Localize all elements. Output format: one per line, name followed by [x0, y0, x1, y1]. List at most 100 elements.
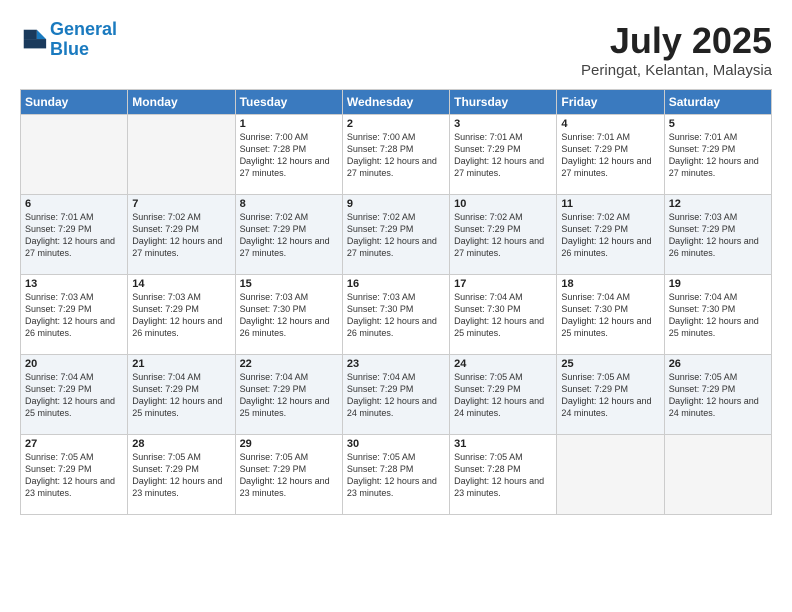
calendar-cell: 11Sunrise: 7:02 AM Sunset: 7:29 PM Dayli… — [557, 195, 664, 275]
day-content: Sunrise: 7:00 AM Sunset: 7:28 PM Dayligh… — [240, 131, 338, 180]
calendar-cell: 19Sunrise: 7:04 AM Sunset: 7:30 PM Dayli… — [664, 275, 771, 355]
weekday-header-wednesday: Wednesday — [342, 90, 449, 115]
calendar-cell: 1Sunrise: 7:00 AM Sunset: 7:28 PM Daylig… — [235, 115, 342, 195]
day-content: Sunrise: 7:04 AM Sunset: 7:30 PM Dayligh… — [561, 291, 659, 340]
day-number: 14 — [132, 278, 230, 290]
calendar-cell — [128, 115, 235, 195]
calendar-cell: 12Sunrise: 7:03 AM Sunset: 7:29 PM Dayli… — [664, 195, 771, 275]
day-number: 21 — [132, 358, 230, 370]
day-number: 28 — [132, 438, 230, 450]
weekday-header-tuesday: Tuesday — [235, 90, 342, 115]
weekday-header-thursday: Thursday — [450, 90, 557, 115]
calendar-cell — [557, 435, 664, 515]
day-content: Sunrise: 7:05 AM Sunset: 7:29 PM Dayligh… — [240, 451, 338, 500]
day-content: Sunrise: 7:04 AM Sunset: 7:29 PM Dayligh… — [132, 371, 230, 420]
day-content: Sunrise: 7:01 AM Sunset: 7:29 PM Dayligh… — [561, 131, 659, 180]
day-number: 5 — [669, 118, 767, 130]
day-content: Sunrise: 7:05 AM Sunset: 7:29 PM Dayligh… — [454, 371, 552, 420]
day-number: 9 — [347, 198, 445, 210]
day-number: 20 — [25, 358, 123, 370]
day-number: 29 — [240, 438, 338, 450]
day-number: 16 — [347, 278, 445, 290]
day-number: 1 — [240, 118, 338, 130]
week-row-5: 27Sunrise: 7:05 AM Sunset: 7:29 PM Dayli… — [21, 435, 772, 515]
calendar-cell: 7Sunrise: 7:02 AM Sunset: 7:29 PM Daylig… — [128, 195, 235, 275]
logo: General Blue — [20, 20, 117, 60]
day-content: Sunrise: 7:04 AM Sunset: 7:30 PM Dayligh… — [669, 291, 767, 340]
day-content: Sunrise: 7:05 AM Sunset: 7:28 PM Dayligh… — [347, 451, 445, 500]
calendar-cell: 23Sunrise: 7:04 AM Sunset: 7:29 PM Dayli… — [342, 355, 449, 435]
day-number: 15 — [240, 278, 338, 290]
logo-line2: Blue — [50, 39, 89, 59]
calendar-cell: 29Sunrise: 7:05 AM Sunset: 7:29 PM Dayli… — [235, 435, 342, 515]
weekday-header-row: SundayMondayTuesdayWednesdayThursdayFrid… — [21, 90, 772, 115]
day-content: Sunrise: 7:04 AM Sunset: 7:29 PM Dayligh… — [347, 371, 445, 420]
calendar-cell: 27Sunrise: 7:05 AM Sunset: 7:29 PM Dayli… — [21, 435, 128, 515]
day-content: Sunrise: 7:02 AM Sunset: 7:29 PM Dayligh… — [240, 211, 338, 260]
day-content: Sunrise: 7:00 AM Sunset: 7:28 PM Dayligh… — [347, 131, 445, 180]
week-row-1: 1Sunrise: 7:00 AM Sunset: 7:28 PM Daylig… — [21, 115, 772, 195]
day-content: Sunrise: 7:03 AM Sunset: 7:29 PM Dayligh… — [25, 291, 123, 340]
day-number: 22 — [240, 358, 338, 370]
calendar-cell: 26Sunrise: 7:05 AM Sunset: 7:29 PM Dayli… — [664, 355, 771, 435]
title-block: July 2025 Peringat, Kelantan, Malaysia — [581, 20, 772, 79]
day-number: 17 — [454, 278, 552, 290]
day-number: 2 — [347, 118, 445, 130]
day-content: Sunrise: 7:04 AM Sunset: 7:29 PM Dayligh… — [240, 371, 338, 420]
calendar-cell: 17Sunrise: 7:04 AM Sunset: 7:30 PM Dayli… — [450, 275, 557, 355]
page-header: General Blue July 2025 Peringat, Kelanta… — [20, 20, 772, 79]
day-content: Sunrise: 7:02 AM Sunset: 7:29 PM Dayligh… — [454, 211, 552, 260]
weekday-header-monday: Monday — [128, 90, 235, 115]
week-row-3: 13Sunrise: 7:03 AM Sunset: 7:29 PM Dayli… — [21, 275, 772, 355]
day-content: Sunrise: 7:02 AM Sunset: 7:29 PM Dayligh… — [561, 211, 659, 260]
calendar-cell: 30Sunrise: 7:05 AM Sunset: 7:28 PM Dayli… — [342, 435, 449, 515]
calendar-cell: 21Sunrise: 7:04 AM Sunset: 7:29 PM Dayli… — [128, 355, 235, 435]
day-number: 12 — [669, 198, 767, 210]
calendar-cell: 31Sunrise: 7:05 AM Sunset: 7:28 PM Dayli… — [450, 435, 557, 515]
day-number: 24 — [454, 358, 552, 370]
calendar-cell: 28Sunrise: 7:05 AM Sunset: 7:29 PM Dayli… — [128, 435, 235, 515]
day-content: Sunrise: 7:03 AM Sunset: 7:30 PM Dayligh… — [347, 291, 445, 340]
calendar-cell: 8Sunrise: 7:02 AM Sunset: 7:29 PM Daylig… — [235, 195, 342, 275]
day-content: Sunrise: 7:04 AM Sunset: 7:29 PM Dayligh… — [25, 371, 123, 420]
calendar-cell: 10Sunrise: 7:02 AM Sunset: 7:29 PM Dayli… — [450, 195, 557, 275]
day-number: 7 — [132, 198, 230, 210]
logo-icon — [20, 26, 48, 54]
calendar-cell: 6Sunrise: 7:01 AM Sunset: 7:29 PM Daylig… — [21, 195, 128, 275]
calendar-cell: 3Sunrise: 7:01 AM Sunset: 7:29 PM Daylig… — [450, 115, 557, 195]
calendar-cell: 20Sunrise: 7:04 AM Sunset: 7:29 PM Dayli… — [21, 355, 128, 435]
day-content: Sunrise: 7:03 AM Sunset: 7:29 PM Dayligh… — [132, 291, 230, 340]
calendar-table: SundayMondayTuesdayWednesdayThursdayFrid… — [20, 89, 772, 515]
day-number: 23 — [347, 358, 445, 370]
day-content: Sunrise: 7:01 AM Sunset: 7:29 PM Dayligh… — [454, 131, 552, 180]
day-number: 6 — [25, 198, 123, 210]
week-row-4: 20Sunrise: 7:04 AM Sunset: 7:29 PM Dayli… — [21, 355, 772, 435]
calendar-cell: 2Sunrise: 7:00 AM Sunset: 7:28 PM Daylig… — [342, 115, 449, 195]
day-content: Sunrise: 7:05 AM Sunset: 7:29 PM Dayligh… — [25, 451, 123, 500]
logo-text: General Blue — [50, 20, 117, 60]
day-content: Sunrise: 7:05 AM Sunset: 7:28 PM Dayligh… — [454, 451, 552, 500]
day-number: 25 — [561, 358, 659, 370]
calendar-cell — [664, 435, 771, 515]
day-content: Sunrise: 7:05 AM Sunset: 7:29 PM Dayligh… — [669, 371, 767, 420]
calendar-cell: 4Sunrise: 7:01 AM Sunset: 7:29 PM Daylig… — [557, 115, 664, 195]
day-content: Sunrise: 7:05 AM Sunset: 7:29 PM Dayligh… — [132, 451, 230, 500]
month-title: July 2025 — [581, 20, 772, 62]
day-number: 11 — [561, 198, 659, 210]
weekday-header-saturday: Saturday — [664, 90, 771, 115]
day-number: 10 — [454, 198, 552, 210]
calendar-cell: 16Sunrise: 7:03 AM Sunset: 7:30 PM Dayli… — [342, 275, 449, 355]
day-content: Sunrise: 7:02 AM Sunset: 7:29 PM Dayligh… — [132, 211, 230, 260]
day-content: Sunrise: 7:05 AM Sunset: 7:29 PM Dayligh… — [561, 371, 659, 420]
day-content: Sunrise: 7:03 AM Sunset: 7:29 PM Dayligh… — [669, 211, 767, 260]
calendar-cell: 15Sunrise: 7:03 AM Sunset: 7:30 PM Dayli… — [235, 275, 342, 355]
calendar-cell: 25Sunrise: 7:05 AM Sunset: 7:29 PM Dayli… — [557, 355, 664, 435]
week-row-2: 6Sunrise: 7:01 AM Sunset: 7:29 PM Daylig… — [21, 195, 772, 275]
day-number: 8 — [240, 198, 338, 210]
logo-line1: General — [50, 19, 117, 39]
day-number: 30 — [347, 438, 445, 450]
calendar-cell: 14Sunrise: 7:03 AM Sunset: 7:29 PM Dayli… — [128, 275, 235, 355]
day-content: Sunrise: 7:02 AM Sunset: 7:29 PM Dayligh… — [347, 211, 445, 260]
calendar-cell: 22Sunrise: 7:04 AM Sunset: 7:29 PM Dayli… — [235, 355, 342, 435]
calendar-cell: 18Sunrise: 7:04 AM Sunset: 7:30 PM Dayli… — [557, 275, 664, 355]
